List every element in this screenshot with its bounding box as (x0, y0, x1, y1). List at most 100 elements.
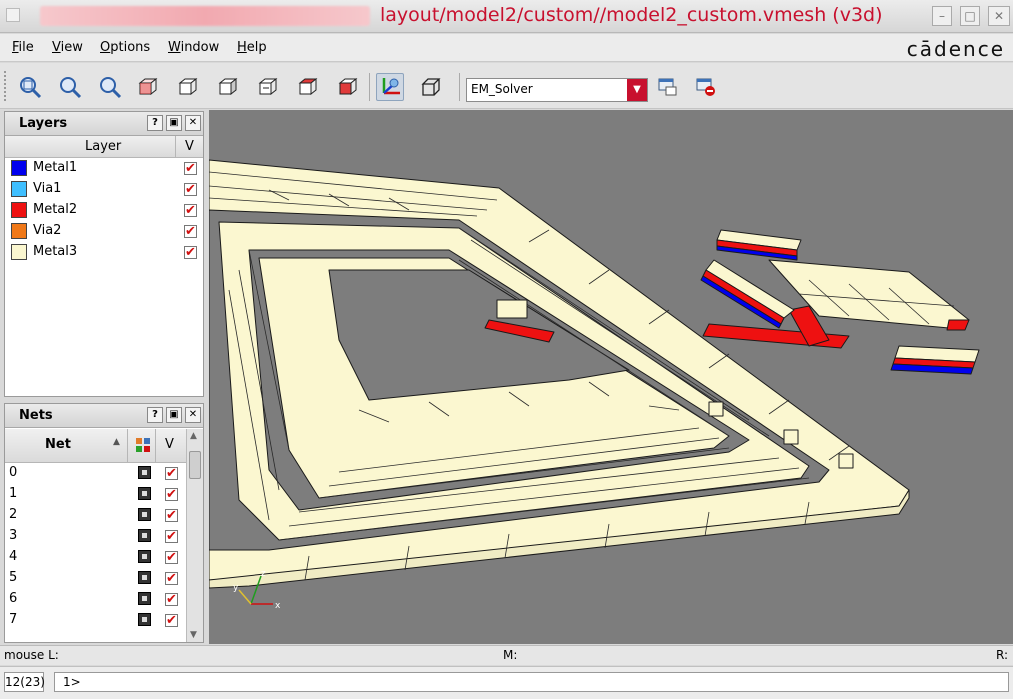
net-color-icon[interactable] (138, 487, 151, 500)
visible-checkbox[interactable]: ✔ (165, 614, 178, 627)
solver-stop-icon[interactable] (692, 73, 720, 101)
net-name: 5 (9, 570, 18, 585)
net-color-column-icon[interactable] (135, 437, 151, 457)
net-row[interactable]: 2 ✔ (5, 505, 203, 526)
via-stack (496, 299, 528, 319)
visible-checkbox[interactable]: ✔ (165, 467, 178, 480)
chevron-down-icon[interactable]: ▼ (627, 79, 647, 101)
redacted-title-prefix (40, 6, 370, 26)
menu-help[interactable]: Help (237, 40, 267, 55)
net-column-label[interactable]: Net (45, 437, 71, 452)
close-panel-icon[interactable]: ✕ (185, 115, 201, 131)
net-color-icon[interactable] (138, 592, 151, 605)
net-row[interactable]: 4 ✔ (5, 547, 203, 568)
maximize-icon[interactable]: □ (960, 6, 980, 26)
visible-checkbox[interactable]: ✔ (184, 204, 197, 217)
visible-checkbox[interactable]: ✔ (165, 572, 178, 585)
net-name: 7 (9, 612, 18, 627)
nets-panel-header: Nets ? ▣ ✕ (5, 404, 203, 428)
nets-scrollbar[interactable]: ▲ ▼ (186, 429, 203, 642)
wireframe-box-icon[interactable] (417, 73, 445, 101)
menu-window[interactable]: Window (168, 40, 219, 55)
net-row[interactable]: 5 ✔ (5, 568, 203, 589)
net-color-icon[interactable] (138, 529, 151, 542)
net-color-icon[interactable] (138, 508, 151, 521)
view-bottom-icon[interactable] (334, 73, 362, 101)
layer-name: Metal1 (33, 160, 78, 175)
net-color-icon[interactable] (138, 466, 151, 479)
float-panel-icon[interactable]: ▣ (166, 407, 182, 423)
menu-options[interactable]: Options (100, 40, 150, 55)
net-name: 2 (9, 507, 18, 522)
float-panel-icon[interactable]: ▣ (166, 115, 182, 131)
mesh-model: x y z (209, 159, 980, 611)
visible-column-label[interactable]: V (185, 139, 194, 154)
layer-row-metal3[interactable]: Metal3 ✔ (5, 242, 203, 263)
help-icon[interactable]: ? (147, 407, 163, 423)
visible-checkbox[interactable]: ✔ (184, 162, 197, 175)
layer-name: Via1 (33, 181, 62, 196)
net-color-icon[interactable] (138, 550, 151, 563)
window-menu-icon[interactable] (6, 8, 20, 22)
visible-checkbox[interactable]: ✔ (165, 530, 178, 543)
view-front-icon[interactable] (134, 73, 162, 101)
net-row[interactable]: 0 ✔ (5, 463, 203, 484)
3d-viewport[interactable]: x y z (209, 110, 1013, 644)
status-mouse-left: mouse L: (4, 648, 59, 662)
menu-file[interactable]: File (12, 40, 34, 55)
zoom-out-icon[interactable] (96, 73, 124, 101)
layers-column-header: Layer V (5, 136, 203, 158)
visible-checkbox[interactable]: ✔ (165, 509, 178, 522)
close-icon[interactable]: ✕ (988, 6, 1010, 26)
layer-row-via2[interactable]: Via2 ✔ (5, 221, 203, 242)
axes-toggle-icon[interactable] (376, 73, 404, 101)
view-right-icon[interactable] (254, 73, 282, 101)
zoom-fit-icon[interactable] (16, 73, 44, 101)
visible-checkbox[interactable]: ✔ (165, 593, 178, 606)
minimize-icon[interactable]: – (932, 6, 952, 26)
view-top-icon[interactable] (294, 73, 322, 101)
scroll-up-icon[interactable]: ▲ (190, 431, 197, 441)
layer-row-metal2[interactable]: Metal2 ✔ (5, 200, 203, 221)
layer-name: Metal3 (33, 244, 78, 259)
nets-column-header: Net ▲ V (5, 429, 203, 463)
sort-ascending-icon[interactable]: ▲ (113, 437, 120, 447)
view-back-icon[interactable] (174, 73, 202, 101)
net-row[interactable]: 1 ✔ (5, 484, 203, 505)
visible-column-label[interactable]: V (165, 437, 174, 452)
command-input[interactable]: 1> (54, 672, 1009, 692)
scroll-down-icon[interactable]: ▼ (190, 630, 197, 640)
layers-panel-title: Layers (19, 116, 68, 131)
status-mouse-middle: M: (503, 648, 518, 662)
visible-checkbox[interactable]: ✔ (165, 551, 178, 564)
net-color-icon[interactable] (138, 613, 151, 626)
zoom-in-icon[interactable] (56, 73, 84, 101)
layer-column-label[interactable]: Layer (85, 139, 121, 154)
net-name: 1 (9, 486, 18, 501)
solver-select[interactable]: EM_Solver ▼ (466, 78, 648, 102)
menu-view[interactable]: View (52, 40, 83, 55)
net-row[interactable]: 6 ✔ (5, 589, 203, 610)
net-name: 6 (9, 591, 18, 606)
layer-color-swatch (11, 244, 27, 260)
close-panel-icon[interactable]: ✕ (185, 407, 201, 423)
layer-color-swatch (11, 181, 27, 197)
net-color-icon[interactable] (138, 571, 151, 584)
nets-scroll-thumb[interactable] (189, 451, 201, 479)
layer-color-swatch (11, 160, 27, 176)
help-icon[interactable]: ? (147, 115, 163, 131)
visible-checkbox[interactable]: ✔ (165, 488, 178, 501)
solver-setup-icon[interactable] (654, 73, 682, 101)
layer-color-swatch (11, 223, 27, 239)
layer-row-metal1[interactable]: Metal1 ✔ (5, 158, 203, 179)
visible-checkbox[interactable]: ✔ (184, 183, 197, 196)
net-row[interactable]: 3 ✔ (5, 526, 203, 547)
visible-checkbox[interactable]: ✔ (184, 246, 197, 259)
view-left-icon[interactable] (214, 73, 242, 101)
toolbar-grip[interactable] (4, 71, 10, 101)
window-title: layout/model2/custom//model2_custom.vmes… (380, 4, 883, 26)
layer-row-via1[interactable]: Via1 ✔ (5, 179, 203, 200)
visible-checkbox[interactable]: ✔ (184, 225, 197, 238)
net-row[interactable]: 7 ✔ (5, 610, 203, 631)
nets-panel: Nets ? ▣ ✕ Net ▲ V 0 ✔ 1 ✔ 2 ✔ 3 ✔ 4 ✔ 5 ✔ 6 ✔ … (4, 403, 204, 643)
